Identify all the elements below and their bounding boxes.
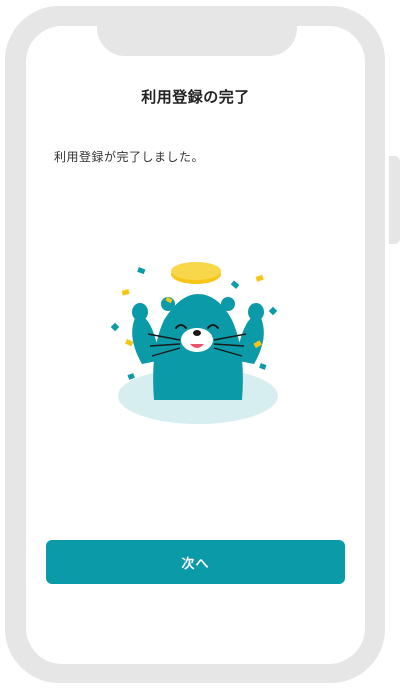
phone-notch (97, 26, 297, 56)
phone-side-button (389, 156, 400, 244)
next-button[interactable]: 次へ (46, 540, 345, 584)
completion-message: 利用登録が完了しました。 (54, 150, 205, 164)
celebrating-otter-icon (104, 260, 288, 428)
page-title: 利用登録の完了 (141, 88, 250, 106)
